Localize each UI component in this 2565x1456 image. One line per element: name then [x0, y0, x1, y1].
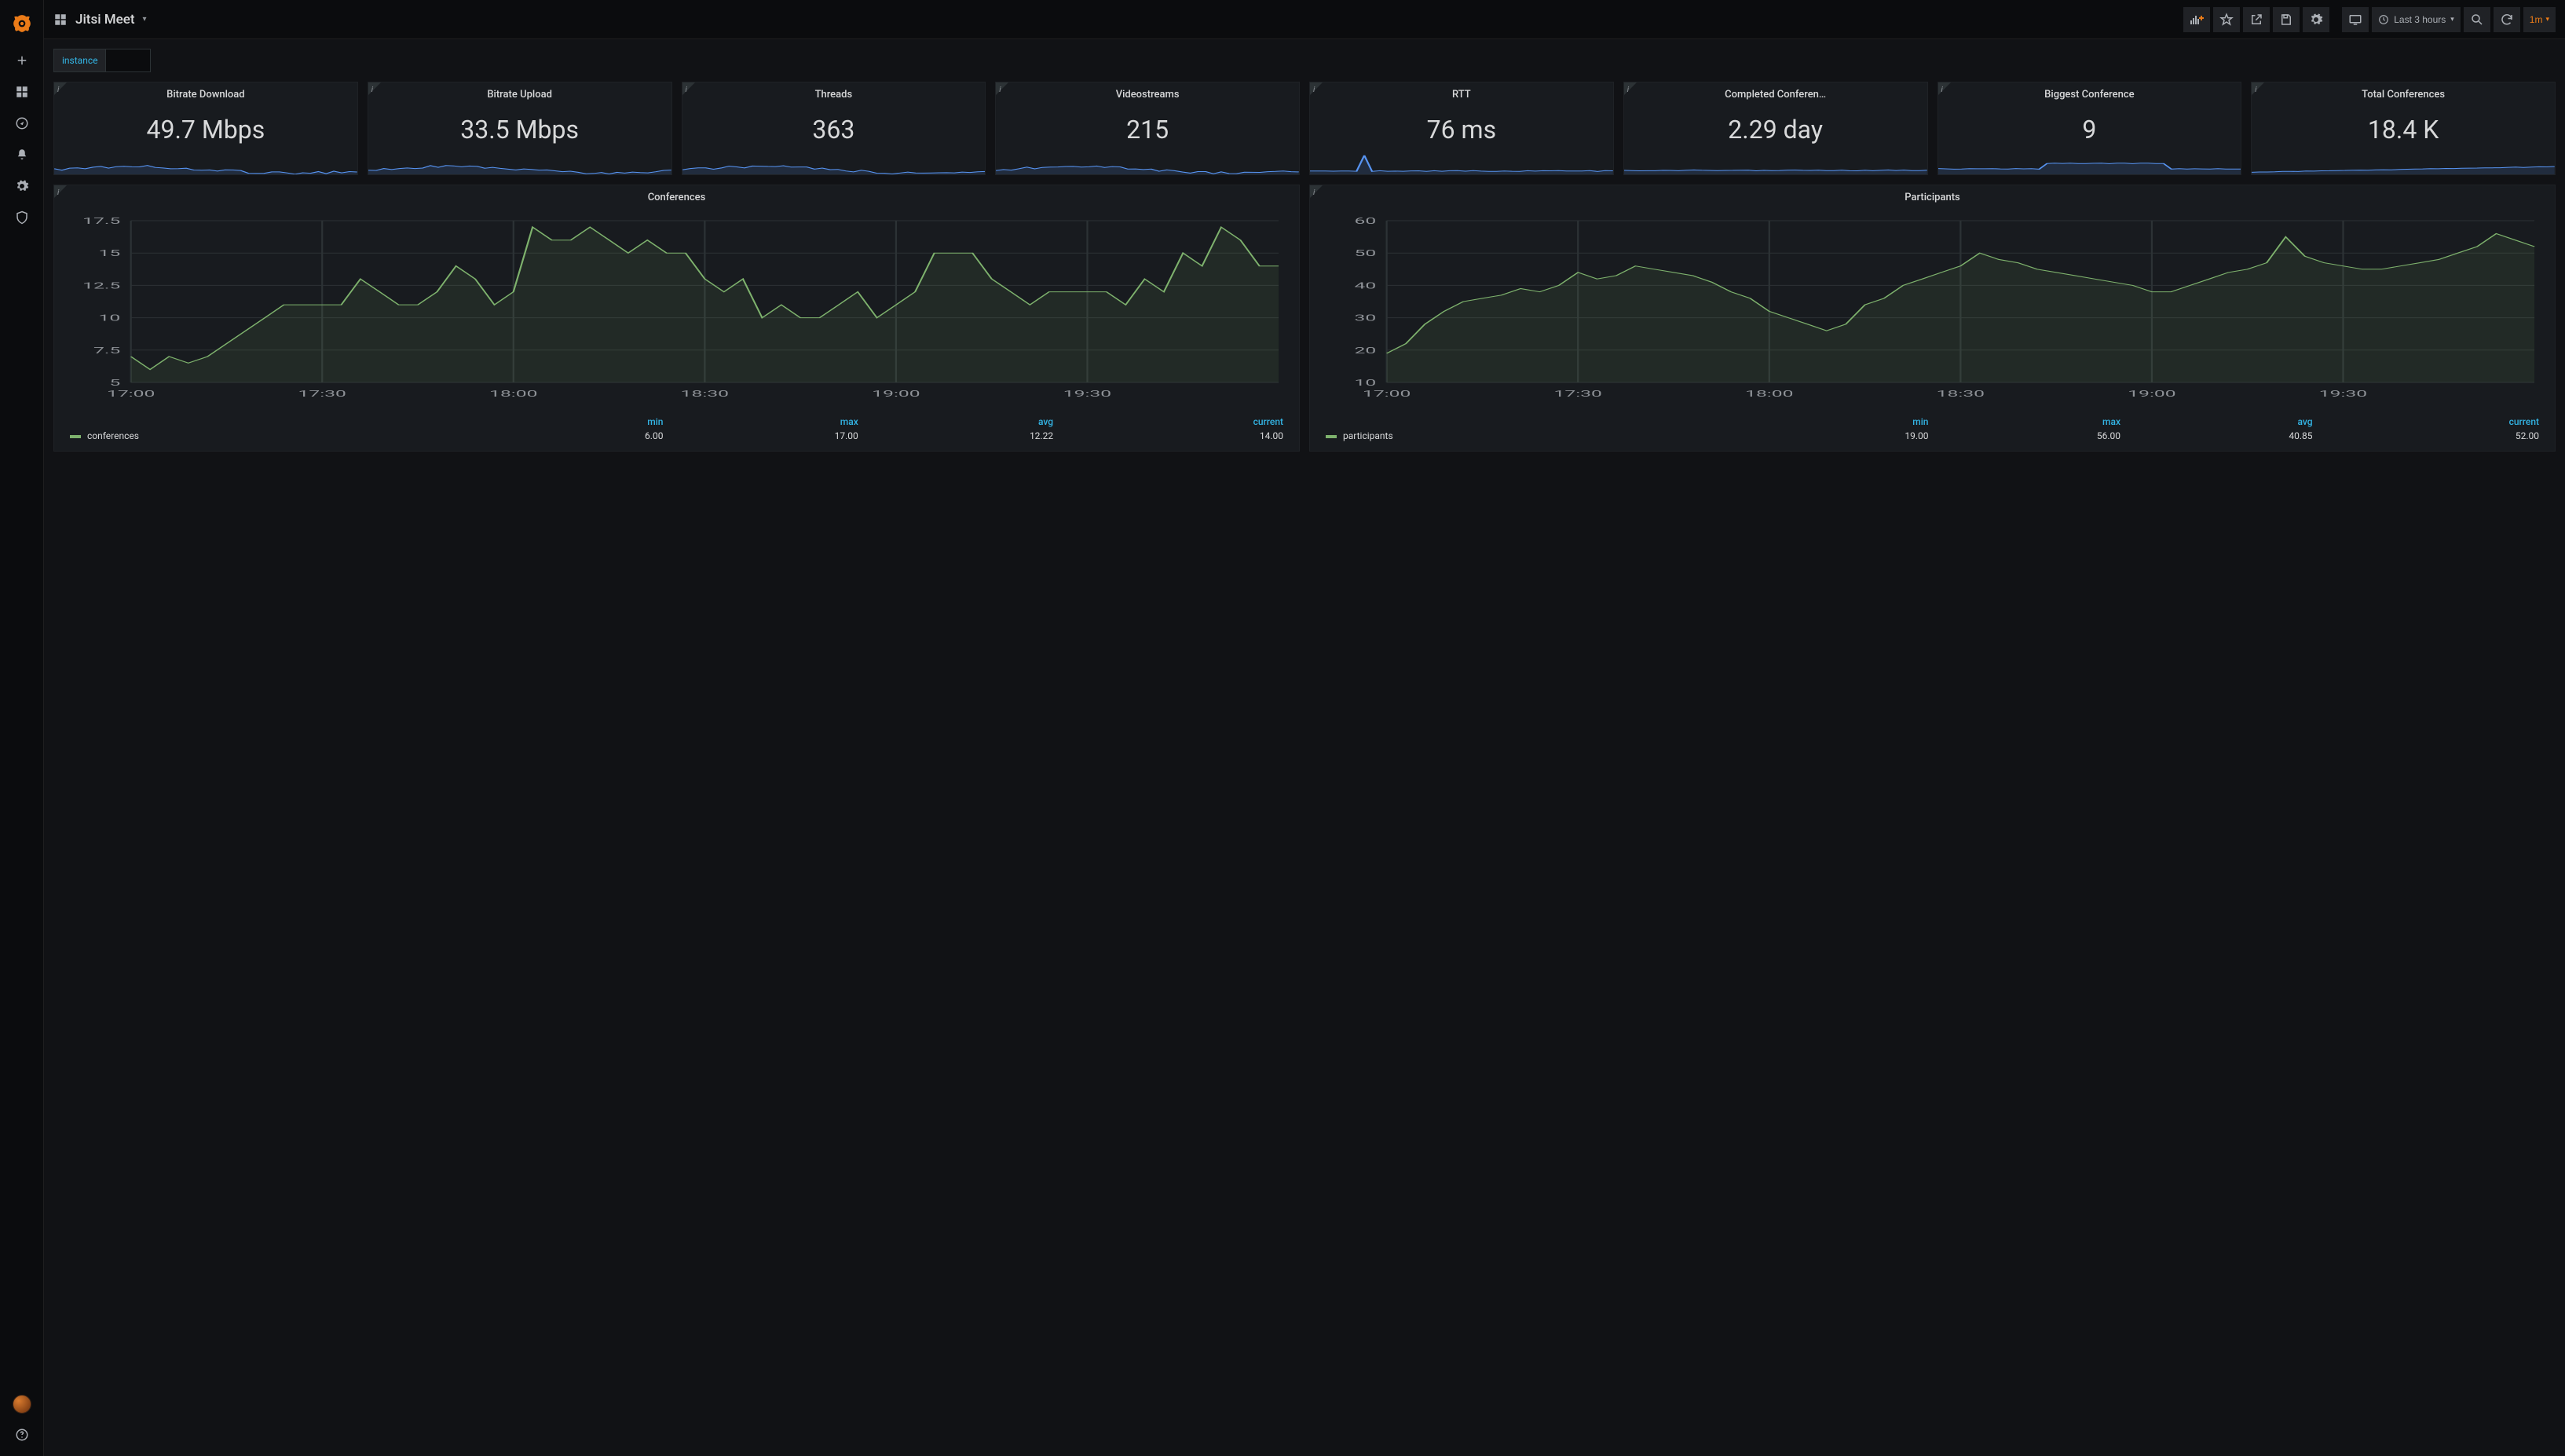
dashboard-grid-icon [53, 13, 68, 27]
gear-icon[interactable] [15, 179, 29, 193]
stat-panel[interactable]: iCompleted Conferen…2.29 day [1623, 82, 1928, 175]
refresh-interval-button[interactable]: 1m ▾ [2523, 7, 2556, 32]
svg-text:10: 10 [1355, 378, 1377, 388]
save-button[interactable] [2273, 7, 2300, 32]
timeseries-panel[interactable]: iConferences 5 7.5 10 12.5 15 17.5 17:00 17:30 18… [53, 185, 1300, 452]
svg-text:18:30: 18:30 [681, 389, 729, 399]
legend-table: minmaxavgcurrentparticipants19.0056.0040… [1310, 410, 2555, 451]
topbar: Jitsi Meet ▾ Last 3 hours ▾ 1 [44, 0, 2565, 39]
star-button[interactable] [2213, 7, 2240, 32]
left-sidebar [0, 0, 44, 1456]
panel-title: Videostreams [996, 82, 1299, 107]
shield-icon[interactable] [15, 210, 29, 225]
stat-panel[interactable]: iVideostreams215 [995, 82, 1300, 175]
svg-text:15: 15 [99, 248, 121, 258]
chevron-down-icon: ▾ [143, 15, 147, 24]
variable-label: instance [53, 49, 106, 72]
panel-title: RTT [1310, 82, 1613, 107]
stat-panel[interactable]: iTotal Conferences18.4 K [2251, 82, 2556, 175]
info-icon: i [1313, 86, 1315, 94]
svg-text:19:00: 19:00 [872, 389, 920, 399]
svg-text:19:30: 19:30 [2319, 389, 2367, 399]
settings-button[interactable] [2303, 7, 2329, 32]
svg-text:17:30: 17:30 [298, 389, 346, 399]
svg-text:20: 20 [1355, 345, 1377, 355]
grafana-logo-icon[interactable] [11, 13, 33, 35]
time-range-button[interactable]: Last 3 hours ▾ [2372, 7, 2461, 32]
info-icon: i [371, 86, 373, 94]
stat-value: 9 [1938, 107, 2241, 152]
dashboard-title: Jitsi Meet [75, 12, 135, 27]
stat-value: 49.7 Mbps [54, 107, 357, 152]
svg-text:60: 60 [1355, 216, 1377, 226]
svg-text:50: 50 [1355, 248, 1377, 258]
svg-text:10: 10 [99, 313, 121, 323]
svg-text:12.5: 12.5 [82, 280, 120, 291]
timeseries-panel[interactable]: iParticipants 10 20 30 40 50 60 17:00 17:30 18:00… [1309, 185, 2556, 452]
legend-table: minmaxavgcurrentconferences6.0017.0012.2… [54, 410, 1299, 451]
info-icon: i [1627, 86, 1629, 94]
info-icon: i [57, 188, 59, 197]
info-icon: i [686, 86, 687, 94]
svg-text:18:00: 18:00 [1745, 389, 1793, 399]
info-icon: i [1941, 86, 1943, 94]
dashboard-title-area[interactable]: Jitsi Meet ▾ [53, 12, 147, 27]
panel-title: Total Conferences [2252, 82, 2555, 107]
svg-text:18:00: 18:00 [489, 389, 537, 399]
help-icon[interactable] [15, 1428, 29, 1442]
svg-text:30: 30 [1355, 313, 1377, 323]
stat-value: 215 [996, 107, 1299, 152]
stat-value: 2.29 day [1624, 107, 1927, 152]
svg-text:17:00: 17:00 [107, 389, 155, 399]
legend-swatch [1326, 435, 1337, 438]
panel-title: Participants [1310, 185, 2555, 210]
panel-title: Bitrate Upload [368, 82, 671, 107]
stat-value: 76 ms [1310, 107, 1613, 152]
svg-text:19:00: 19:00 [2128, 389, 2175, 399]
cycle-view-button[interactable] [2342, 7, 2369, 32]
svg-text:19:30: 19:30 [1063, 389, 1111, 399]
stat-panel[interactable]: iRTT76 ms [1309, 82, 1614, 175]
info-icon: i [57, 86, 59, 94]
panel-title: Conferences [54, 185, 1299, 210]
stat-panel[interactable]: iThreads363 [682, 82, 986, 175]
template-variables-row: instance [53, 49, 2556, 72]
zoom-out-button[interactable] [2464, 7, 2490, 32]
svg-text:40: 40 [1355, 280, 1377, 291]
refresh-interval-label: 1m [2530, 14, 2543, 25]
avatar[interactable] [13, 1395, 31, 1414]
info-icon: i [1313, 188, 1315, 197]
panel-title: Threads [682, 82, 986, 107]
stat-panel[interactable]: iBitrate Upload33.5 Mbps [368, 82, 672, 175]
legend-swatch [70, 435, 81, 438]
svg-text:5: 5 [109, 378, 120, 388]
info-icon: i [999, 86, 1001, 94]
info-icon: i [2255, 86, 2256, 94]
compass-icon[interactable] [15, 116, 29, 130]
time-range-label: Last 3 hours [2394, 14, 2446, 25]
svg-text:18:30: 18:30 [1937, 389, 1985, 399]
dashboard-grid-icon[interactable] [15, 85, 29, 99]
chevron-down-icon: ▾ [2450, 15, 2454, 24]
stat-panel[interactable]: iBiggest Conference9 [1937, 82, 2242, 175]
stat-value: 18.4 K [2252, 107, 2555, 152]
bell-icon[interactable] [15, 148, 29, 162]
stat-panel[interactable]: iBitrate Download49.7 Mbps [53, 82, 358, 175]
panel-title: Bitrate Download [54, 82, 357, 107]
chevron-down-icon: ▾ [2545, 15, 2549, 24]
svg-text:17:00: 17:00 [1363, 389, 1411, 399]
add-panel-button[interactable] [2183, 7, 2210, 32]
refresh-button[interactable] [2494, 7, 2520, 32]
panel-title: Biggest Conference [1938, 82, 2241, 107]
panel-title: Completed Conferen… [1624, 82, 1927, 107]
stat-value: 363 [682, 107, 986, 152]
svg-text:7.5: 7.5 [93, 345, 120, 355]
variable-value-dropdown[interactable] [106, 49, 151, 72]
plus-icon[interactable] [15, 53, 29, 68]
svg-text:17.5: 17.5 [82, 216, 120, 226]
share-button[interactable] [2243, 7, 2270, 32]
stat-value: 33.5 Mbps [368, 107, 671, 152]
svg-text:17:30: 17:30 [1554, 389, 1602, 399]
